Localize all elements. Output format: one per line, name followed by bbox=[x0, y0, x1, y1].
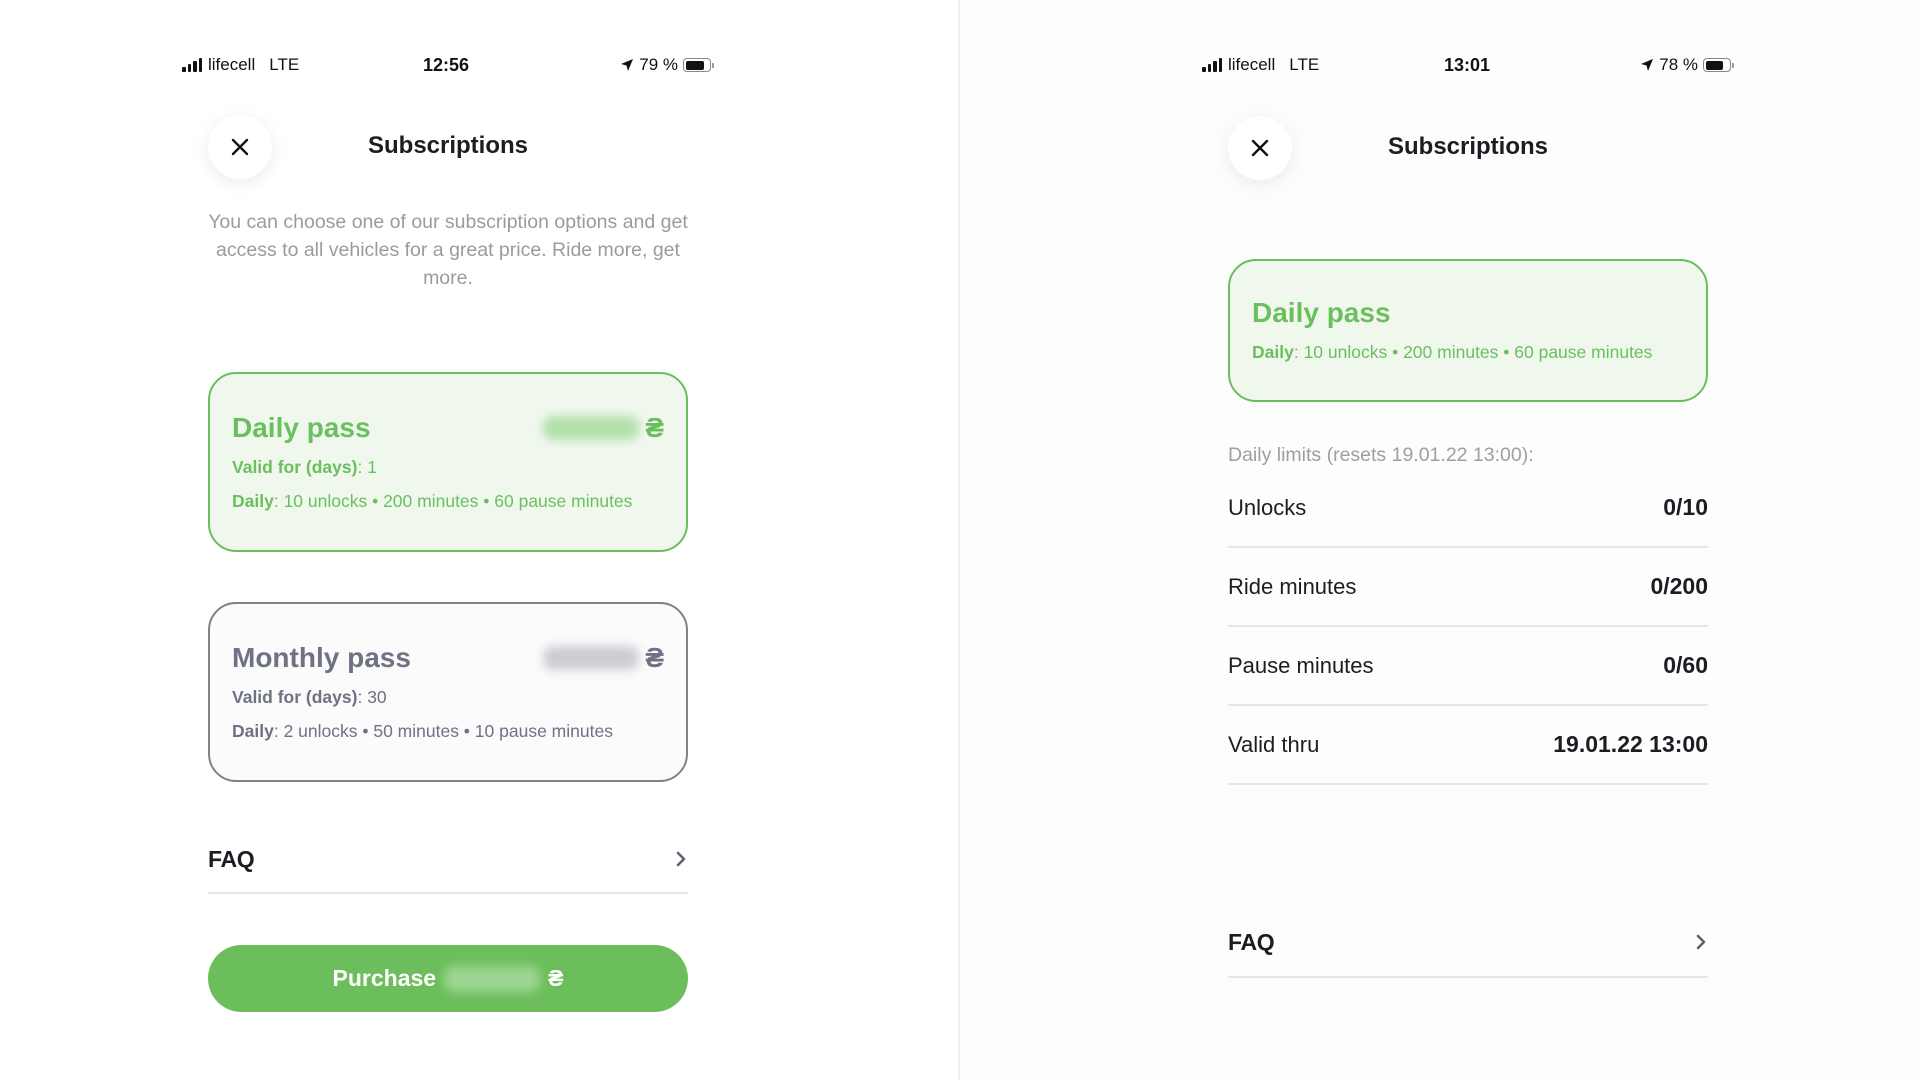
network-label: LTE bbox=[269, 55, 300, 74]
active-plan-card: Daily pass Daily: 10 unlocks • 200 minut… bbox=[1228, 259, 1708, 402]
daily-label: Daily bbox=[232, 491, 274, 511]
validity-value: 30 bbox=[367, 687, 387, 707]
chevron-right-icon bbox=[1696, 934, 1706, 950]
location-arrow-icon bbox=[621, 59, 634, 71]
plan-card-monthly[interactable]: Monthly pass ₴ Valid for (days): 30 Dail… bbox=[208, 602, 688, 782]
faq-label: FAQ bbox=[208, 845, 255, 872]
limit-row-ride-minutes: Ride minutes 0/200 bbox=[1228, 548, 1708, 627]
plan-price: ₴ bbox=[543, 642, 664, 674]
clock: 13:01 bbox=[1444, 54, 1491, 75]
close-button[interactable] bbox=[1228, 116, 1292, 180]
daily-value: 2 unlocks • 50 minutes • 10 pause minute… bbox=[283, 721, 613, 741]
location-arrow-icon bbox=[1641, 59, 1654, 71]
limit-value: 19.01.22 13:00 bbox=[1553, 731, 1708, 757]
plan-validity: Valid for (days): 30 bbox=[232, 687, 387, 707]
page-title: Subscriptions bbox=[367, 132, 529, 159]
chevron-right-icon bbox=[676, 851, 686, 867]
limit-label: Ride minutes bbox=[1228, 573, 1357, 599]
price-redacted bbox=[543, 416, 640, 440]
close-icon bbox=[231, 138, 249, 156]
plan-daily-limits: Daily: 10 unlocks • 200 minutes • 60 pau… bbox=[232, 491, 633, 511]
signal-icon bbox=[1202, 58, 1222, 72]
limit-label: Pause minutes bbox=[1228, 652, 1374, 678]
battery-icon bbox=[683, 58, 714, 72]
limit-row-unlocks: Unlocks 0/10 bbox=[1228, 469, 1708, 548]
status-bar: lifecell LTE 13:01 78 % bbox=[1202, 52, 1734, 78]
limit-value: 0/10 bbox=[1663, 494, 1708, 520]
limit-row-pause-minutes: Pause minutes 0/60 bbox=[1228, 627, 1708, 706]
plan-price: ₴ bbox=[543, 412, 664, 444]
validity-label: Valid for (days) bbox=[232, 687, 358, 707]
battery-icon bbox=[1703, 58, 1734, 72]
currency-symbol: ₴ bbox=[645, 412, 664, 443]
status-bar: lifecell LTE 12:56 79 % bbox=[182, 52, 714, 78]
subscriptions-description: You can choose one of our subscription o… bbox=[208, 211, 688, 289]
daily-label: Daily bbox=[1252, 342, 1294, 362]
plan-name: Daily pass bbox=[1252, 297, 1391, 328]
daily-label: Daily bbox=[232, 721, 274, 741]
plan-name: Daily pass bbox=[232, 412, 371, 443]
battery-percent: 78 % bbox=[1659, 55, 1698, 74]
plan-name: Monthly pass bbox=[232, 642, 411, 673]
battery-percent: 79 % bbox=[639, 55, 678, 74]
purchase-label: Purchase bbox=[332, 965, 437, 991]
clock: 12:56 bbox=[423, 54, 470, 75]
faq-row[interactable]: FAQ bbox=[208, 826, 688, 894]
faq-row[interactable]: FAQ bbox=[1228, 908, 1708, 978]
price-redacted bbox=[543, 646, 640, 670]
page-title: Subscriptions bbox=[1387, 133, 1549, 160]
limit-value: 0/60 bbox=[1663, 652, 1708, 678]
network-label: LTE bbox=[1289, 55, 1320, 74]
plan-validity: Valid for (days): 1 bbox=[232, 457, 377, 477]
limits-caption: Daily limits (resets 19.01.22 13:00): bbox=[1228, 444, 1534, 466]
close-icon bbox=[1251, 139, 1269, 157]
plan-card-daily[interactable]: Daily pass ₴ Valid for (days): 1 Daily: … bbox=[208, 372, 688, 552]
validity-label: Valid for (days) bbox=[232, 457, 358, 477]
limit-row-valid-thru: Valid thru 19.01.22 13:00 bbox=[1228, 706, 1708, 785]
plan-daily-limits: Daily: 10 unlocks • 200 minutes • 60 pau… bbox=[1252, 342, 1653, 362]
close-button[interactable] bbox=[208, 115, 272, 179]
limit-value: 0/200 bbox=[1650, 573, 1708, 599]
carrier-label: lifecell bbox=[1228, 55, 1276, 74]
currency-symbol: ₴ bbox=[548, 965, 564, 991]
purchase-button[interactable]: Purchase ₴ bbox=[208, 945, 688, 1012]
carrier-label: lifecell bbox=[208, 55, 256, 74]
currency-symbol: ₴ bbox=[645, 642, 664, 673]
daily-value: 10 unlocks • 200 minutes • 60 pause minu… bbox=[283, 491, 633, 511]
faq-label: FAQ bbox=[1228, 928, 1275, 955]
signal-icon bbox=[182, 58, 202, 72]
validity-value: 1 bbox=[367, 457, 377, 477]
limit-label: Valid thru bbox=[1228, 731, 1320, 757]
limit-label: Unlocks bbox=[1228, 494, 1307, 520]
daily-value: 10 unlocks • 200 minutes • 60 pause minu… bbox=[1303, 342, 1653, 362]
price-redacted bbox=[444, 965, 541, 992]
plan-daily-limits: Daily: 2 unlocks • 50 minutes • 10 pause… bbox=[232, 721, 613, 741]
